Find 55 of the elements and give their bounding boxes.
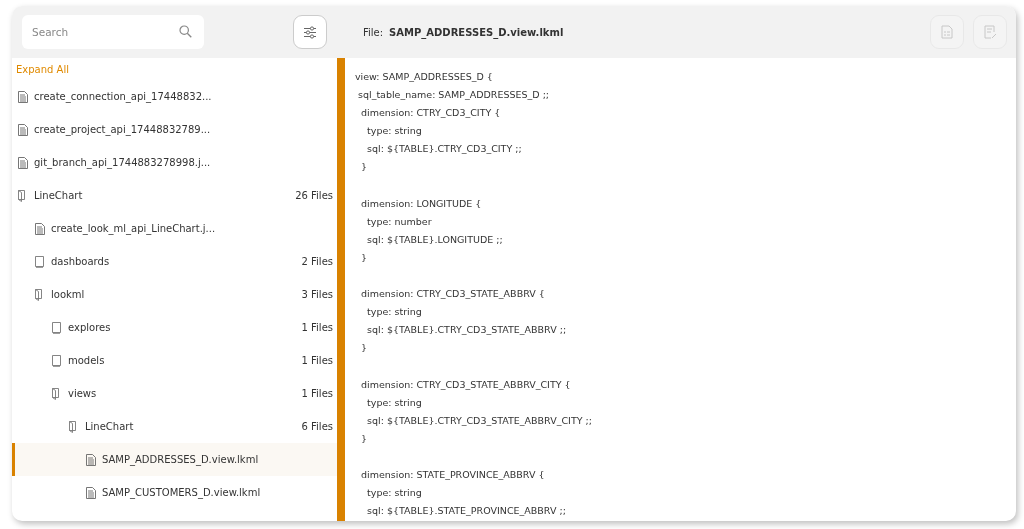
search-field[interactable]: Search (22, 15, 204, 49)
folder-item[interactable]: dashboards 2 Files (12, 245, 337, 278)
code-line: } (360, 250, 369, 265)
folder-icon (35, 255, 45, 268)
code-line: type: string (366, 486, 423, 501)
code-line: type: string (366, 124, 423, 139)
folder-item[interactable]: explores 1 Files (12, 311, 337, 344)
code-line: } (360, 160, 369, 175)
file-item[interactable]: create_project_api_17448832789... (12, 113, 337, 146)
code-line: view: SAMP_ADDRESSES_D { (355, 70, 494, 84)
code-line: sql: ${TABLE}.CTRY_CD3_STATE_ABBRV ;; (366, 323, 568, 338)
search-icon (179, 25, 192, 38)
file-item[interactable]: git_branch_api_1744883278998.j... (12, 146, 337, 179)
code-line: type: number (366, 214, 433, 229)
code-line: dimension: CTRY_CD3_CITY { (360, 106, 502, 121)
document-icon (18, 90, 28, 103)
document-edit-icon (983, 25, 997, 39)
open-folder-icon (35, 288, 45, 301)
splitter-bar[interactable] (337, 58, 345, 521)
filter-button[interactable] (293, 15, 327, 49)
file-item[interactable]: create_look_ml_api_LineChart.j... (12, 212, 337, 245)
file-title: File: SAMP_ADDRESSES_D.view.lkml (363, 25, 564, 40)
folder-item[interactable]: lookml 3 Files (12, 278, 337, 311)
document-icon (86, 486, 96, 499)
code-line: } (360, 431, 369, 446)
folder-icon (52, 321, 62, 334)
document-icon (35, 222, 45, 235)
open-folder-icon (69, 420, 79, 433)
code-line: type: string (366, 305, 423, 320)
code-line: sql: ${TABLE}.CTRY_CD3_CITY ;; (366, 142, 523, 157)
code-line: type: string (366, 395, 423, 410)
code-line: sql: ${TABLE}.LONGITUDE ;; (366, 232, 504, 247)
document-icon (86, 453, 96, 466)
file-item[interactable]: create_connection_api_17448832... (12, 80, 337, 113)
folder-item[interactable]: models 1 Files (12, 344, 337, 377)
folder-item[interactable]: LineChart 6 Files (12, 410, 337, 443)
code-line: dimension: LONGITUDE { (360, 196, 483, 211)
document-list-icon (941, 25, 953, 39)
folder-icon (52, 354, 62, 367)
code-line: sql: ${TABLE}.STATE_PROVINCE_ABBRV ;; (366, 504, 567, 519)
file-item[interactable]: SAMP_CUSTOMERS_D.view.lkml (12, 476, 337, 509)
code-line: dimension: STATE_PROVINCE_ABBRV { (360, 468, 546, 483)
folder-item[interactable]: LineChart 26 Files (12, 179, 337, 212)
file-item[interactable]: SAMP_ADDRESSES_D.view.lkml (12, 443, 337, 476)
document-icon (18, 156, 28, 169)
open-folder-icon (18, 189, 28, 202)
document-icon (18, 123, 28, 136)
code-line: dimension: CTRY_CD3_STATE_ABBRV_CITY { (360, 377, 572, 392)
code-line: } (360, 341, 369, 356)
open-folder-icon (52, 387, 62, 400)
code-line: dimension: CTRY_CD3_STATE_ABBRV { (360, 287, 546, 302)
code-line: sql_table_name: SAMP_ADDRESSES_D ;; (357, 88, 551, 103)
folder-item[interactable]: views 1 Files (12, 377, 337, 410)
code-line: sql: ${TABLE}.CTRY_CD3_STATE_ABBRV_CITY ;; (366, 413, 593, 428)
sliders-icon (303, 25, 317, 39)
